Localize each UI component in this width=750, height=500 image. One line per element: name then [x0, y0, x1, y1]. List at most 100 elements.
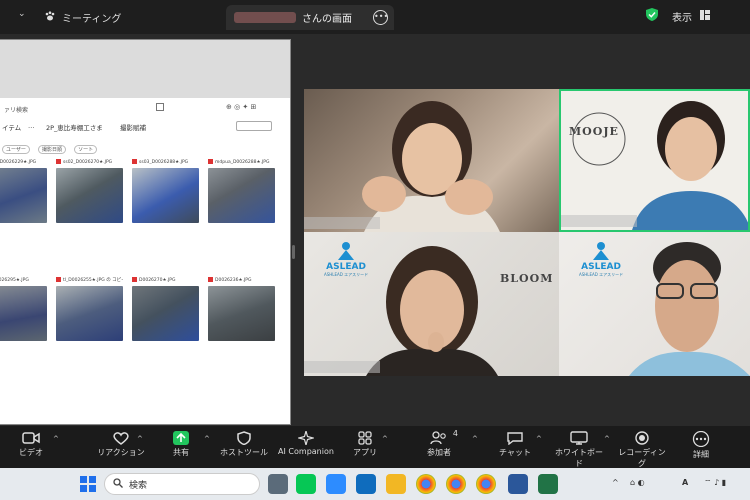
chip-user[interactable]: ユーザー [2, 145, 30, 154]
name-label-redacted [304, 217, 380, 229]
screen-share-tab[interactable]: さんの画面 ••• [226, 5, 394, 30]
photo-machinery [56, 168, 123, 223]
filter-icon[interactable] [156, 103, 164, 111]
shield-icon [237, 431, 251, 445]
video-options-caret[interactable]: ^ [53, 435, 59, 443]
participant-video-2-active[interactable]: MOOJE [559, 89, 750, 232]
more-icon [692, 431, 710, 447]
file-explorer-icon[interactable] [386, 474, 406, 494]
chip-date[interactable]: 撮影日順 [38, 145, 67, 154]
share-options-caret[interactable]: ^ [204, 435, 210, 443]
breadcrumb-item-4[interactable]: 撮影賦補 [120, 122, 146, 132]
participants-options-caret[interactable]: ^ [472, 435, 478, 443]
file-thumbnail[interactable]: B_D0026295★.JPG [0, 276, 47, 341]
more-label: 詳細 [693, 450, 709, 459]
file-thumbnail[interactable]: tl_D0026255★.JPG の コピー [56, 276, 123, 341]
host-tools-button[interactable]: ホストツール [218, 431, 270, 458]
chat-options-caret[interactable]: ^ [536, 435, 542, 443]
view-grid-icon [700, 9, 710, 23]
toolbar-icons[interactable]: ⊕ ◎ ✦ ⊞ [226, 103, 256, 111]
host-tools-label: ホストツール [220, 448, 268, 457]
photo-workers [0, 168, 47, 223]
more-button[interactable]: 詳細 [688, 431, 714, 460]
share-tab-label: さんの画面 [302, 14, 352, 25]
file-caption: B_D0026295★.JPG [0, 276, 47, 286]
excel-app-icon[interactable] [538, 474, 558, 494]
participant-video-4[interactable]: ASLEAD ASHLEAD エアスリード [559, 232, 750, 376]
chrome-app-icon[interactable] [416, 474, 436, 494]
file-caption: D0026270★.JPG [132, 276, 199, 286]
file-caption: mdpua_D0026288★.JPG [208, 158, 275, 168]
chat-icon [507, 432, 523, 445]
video-button[interactable]: ビデオ [16, 431, 46, 458]
whiteboard-button[interactable]: ホワイトボード [554, 431, 604, 469]
file-caption: ss03_D0026288★.JPG [132, 158, 199, 168]
search-label: 検索 [129, 480, 148, 491]
breadcrumb-item-1[interactable]: イテム [2, 122, 21, 132]
participant-video-1[interactable] [304, 89, 559, 232]
participants-button[interactable]: 4 参加者 [422, 429, 458, 458]
breadcrumb-item-2[interactable]: … [28, 122, 35, 130]
ai-companion-label: AI Companion [278, 447, 334, 456]
more-options-icon[interactable]: ••• [373, 10, 388, 25]
view-toggle[interactable] [236, 121, 272, 131]
tray-chevron-icon[interactable]: ^ [612, 478, 619, 487]
meeting-button[interactable]: ミーティング [44, 9, 121, 25]
apps-button[interactable]: アプリ [352, 431, 378, 458]
participant-figure [629, 242, 750, 376]
file-thumbnail[interactable]: ss01_D0026229★.JPG [0, 158, 47, 223]
file-thumbnail[interactable]: mdpua_D0026288★.JPG [208, 158, 275, 223]
file-thumbnail[interactable]: D0026270★.JPG [132, 276, 199, 341]
search-row: ァリ検索 ⊕ ◎ ✦ ⊞ [0, 102, 284, 116]
whiteboard-options-caret[interactable]: ^ [604, 435, 610, 443]
record-button[interactable]: レコーディング [616, 431, 668, 469]
participants-icon [430, 431, 446, 445]
taskbar-search[interactable]: 検索 [104, 473, 260, 495]
participant-figure [366, 246, 498, 376]
chrome-profile-icon[interactable] [446, 474, 466, 494]
paw-icon [44, 10, 56, 25]
heart-icon [113, 432, 129, 445]
chevron-down-icon[interactable]: ⌄ [18, 9, 26, 19]
reactions-options-caret[interactable]: ^ [137, 435, 143, 443]
calculator-app-icon[interactable] [268, 474, 288, 494]
share-button[interactable]: 共有 [166, 431, 196, 458]
line-app-icon[interactable] [296, 474, 316, 494]
view-label: 表示 [672, 12, 692, 24]
system-tray-icons[interactable]: ⌔ ♪ ▮ [704, 478, 726, 488]
file-thumbnail[interactable]: ss02_D0026270★.JPG [56, 158, 123, 223]
resize-handle[interactable] [292, 245, 295, 259]
input-method-icon[interactable]: A [682, 478, 688, 487]
photo-handshake [56, 286, 123, 341]
breadcrumb: イテム … 2P_恵比寿棚工さま 撮影賦補 [0, 120, 284, 134]
photo-worker-helmet [132, 168, 199, 223]
name-label-redacted [561, 215, 637, 227]
zoom-app-icon[interactable] [326, 474, 346, 494]
meeting-controls: ビデオ ^ リアクション ^ 共有 ^ ホストツール AI Companion … [0, 426, 750, 468]
view-button[interactable]: 表示 [646, 8, 710, 24]
video-camera-icon [22, 432, 40, 444]
file-thumbnail[interactable]: ss03_D0026288★.JPG [132, 158, 199, 223]
presenter-name-redacted [234, 12, 296, 23]
windows-start-icon[interactable] [80, 476, 96, 496]
apps-options-caret[interactable]: ^ [382, 435, 388, 443]
outlook-app-icon[interactable] [356, 474, 376, 494]
photo-workers [0, 286, 47, 341]
breadcrumb-item-3[interactable]: 2P_恵比寿棚工さま [46, 122, 103, 132]
chat-button[interactable]: チャット [498, 431, 532, 458]
chat-label: チャット [499, 448, 531, 457]
word-app-icon[interactable] [508, 474, 528, 494]
record-label: レコーディング [618, 448, 666, 468]
chip-sort[interactable]: ソート [74, 145, 98, 154]
ai-companion-button[interactable]: AI Companion [276, 431, 336, 456]
apps-label: アプリ [353, 448, 377, 457]
meeting-label: ミーティング [62, 13, 122, 25]
chrome-profile-icon[interactable] [476, 474, 496, 494]
whiteboard-label: ホワイトボード [555, 448, 603, 468]
file-caption: ss02_D0026270★.JPG [56, 158, 123, 168]
shared-screen-window[interactable]: ァリ検索 ⊕ ◎ ✦ ⊞ イテム … 2P_恵比寿棚工さま 撮影賦補 ユーザー … [0, 40, 290, 424]
tray-icons[interactable]: ⌂ ◐ [630, 478, 645, 487]
participant-video-3[interactable]: ASLEAD ASHLEAD エアスリード BLOOM [304, 232, 559, 376]
search-input[interactable]: ァリ検索 [4, 105, 28, 114]
file-thumbnail[interactable]: D0026236★.JPG [208, 276, 275, 341]
